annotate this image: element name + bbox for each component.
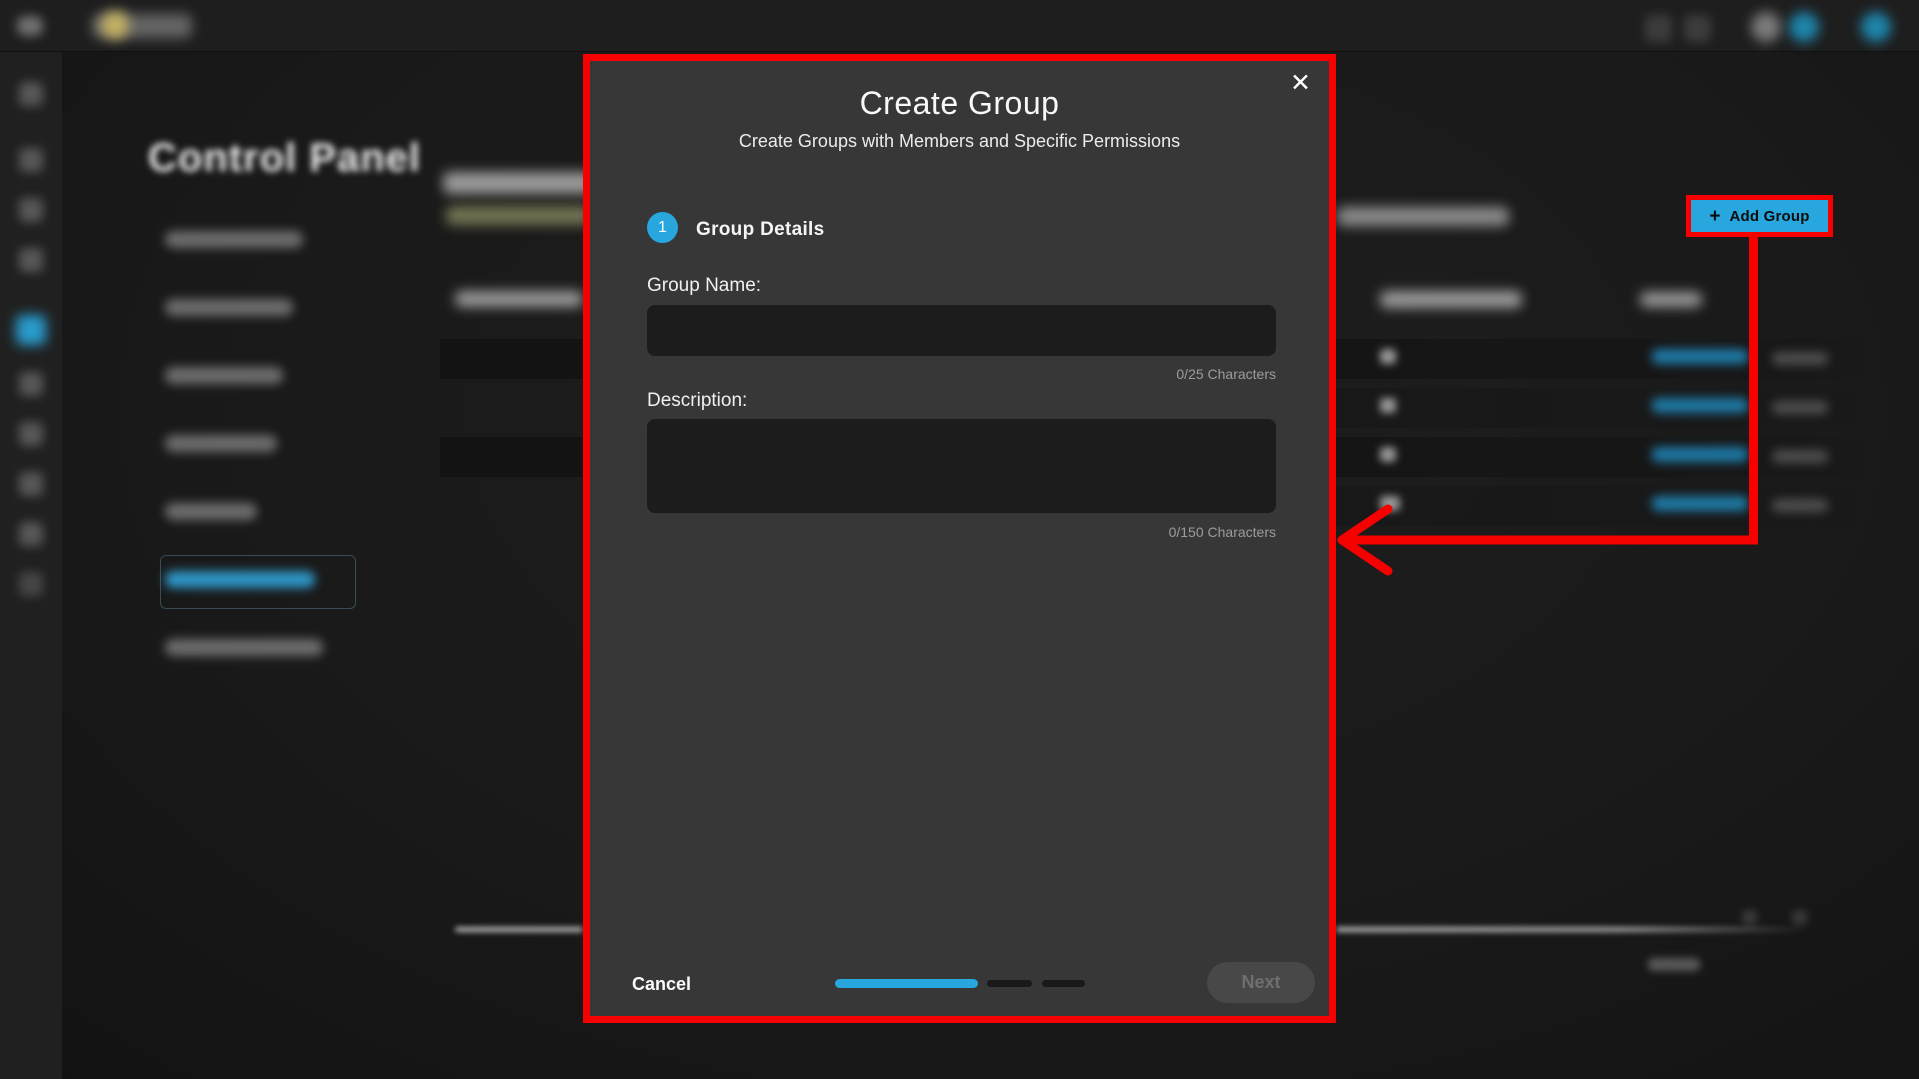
table-header-member-count-blurred (1380, 291, 1522, 308)
table-secondary-action-blurred[interactable] (1772, 499, 1828, 512)
settings-menu-item-active[interactable] (165, 571, 315, 588)
group-name-label: Group Name: (647, 275, 761, 297)
topbar-icon-1[interactable] (1645, 15, 1672, 42)
rail-icon-10[interactable] (19, 572, 43, 596)
table-row (440, 339, 583, 379)
table-action-link-blurred[interactable] (1652, 349, 1748, 364)
next-button[interactable]: Next (1207, 962, 1315, 1003)
rail-icon-7[interactable] (19, 422, 43, 446)
table-secondary-action-blurred[interactable] (1772, 450, 1828, 463)
table-secondary-action-blurred[interactable] (1772, 352, 1828, 365)
pagination-info-blurred (1648, 958, 1700, 971)
settings-menu-item-1[interactable] (165, 231, 303, 248)
app-root: Control Panel (0, 0, 1919, 1079)
member-count-value-blurred (1380, 398, 1396, 413)
app-logo-emblem (101, 11, 129, 39)
member-count-value-blurred (1380, 496, 1400, 511)
modal-title: Create Group (590, 85, 1329, 122)
cancel-button[interactable]: Cancel (632, 974, 691, 995)
settings-menu-item-2[interactable] (165, 299, 293, 316)
pagination-next-icon[interactable] (1792, 910, 1807, 925)
hamburger-menu-icon[interactable] (17, 16, 43, 36)
rail-icon-8[interactable] (19, 472, 43, 496)
user-avatar[interactable] (1861, 12, 1891, 42)
add-group-highlight-frame: + Add Group (1686, 195, 1833, 237)
table-secondary-action-blurred[interactable] (1772, 401, 1828, 414)
progress-step-1-active (835, 979, 978, 988)
table-action-link-blurred[interactable] (1652, 447, 1748, 462)
table-action-link-blurred[interactable] (1652, 398, 1748, 413)
rail-icon-4[interactable] (19, 248, 43, 272)
add-group-button[interactable]: + Add Group (1691, 200, 1828, 232)
section-subheading-continuation-blurred (1337, 207, 1509, 226)
top-bar (0, 0, 1919, 52)
section-heading-blurred (443, 172, 593, 194)
group-name-input[interactable] (647, 305, 1276, 356)
topbar-icon-2[interactable] (1684, 15, 1711, 42)
settings-menu-item-3[interactable] (165, 367, 283, 384)
side-icon-rail (0, 52, 62, 1079)
rail-icon-2[interactable] (19, 148, 43, 172)
step-number-badge: 1 (647, 212, 678, 243)
member-count-value-blurred (1380, 447, 1396, 462)
rail-icon-3[interactable] (19, 198, 43, 222)
member-count-value-blurred (1380, 349, 1396, 364)
modal-subtitle: Create Groups with Members and Specific … (590, 131, 1329, 152)
table-footer-divider (455, 927, 583, 932)
settings-menu-item-5[interactable] (165, 503, 257, 520)
table-action-link-blurred[interactable] (1652, 496, 1748, 511)
table-header-actions-blurred (1640, 292, 1702, 307)
plus-icon: + (1709, 207, 1720, 226)
page-title: Control Panel (148, 136, 421, 181)
help-icon[interactable] (1751, 12, 1781, 42)
settings-menu-item-7[interactable] (165, 639, 323, 656)
description-label: Description: (647, 390, 747, 412)
description-input[interactable] (647, 419, 1276, 513)
table-row (440, 437, 583, 477)
rail-icon-6[interactable] (19, 372, 43, 396)
table-footer-divider (1336, 927, 1808, 932)
table-header-group-name-blurred (455, 291, 583, 307)
progress-step-2 (987, 980, 1032, 987)
section-subheading-blurred (446, 206, 591, 225)
group-name-counter: 0/25 Characters (1176, 366, 1276, 382)
create-group-modal: ✕ Create Group Create Groups with Member… (583, 54, 1336, 1023)
description-counter: 0/150 Characters (1169, 524, 1276, 540)
rail-icon-1[interactable] (19, 82, 43, 106)
add-group-label: Add Group (1729, 208, 1809, 225)
notifications-icon[interactable] (1789, 12, 1819, 42)
progress-step-3 (1042, 980, 1085, 987)
pagination-prev-icon[interactable] (1742, 910, 1757, 925)
step-label: Group Details (696, 219, 824, 241)
rail-icon-9[interactable] (19, 522, 43, 546)
settings-menu-item-4[interactable] (165, 435, 277, 452)
step-number: 1 (658, 219, 667, 237)
rail-icon-active[interactable] (16, 315, 46, 345)
